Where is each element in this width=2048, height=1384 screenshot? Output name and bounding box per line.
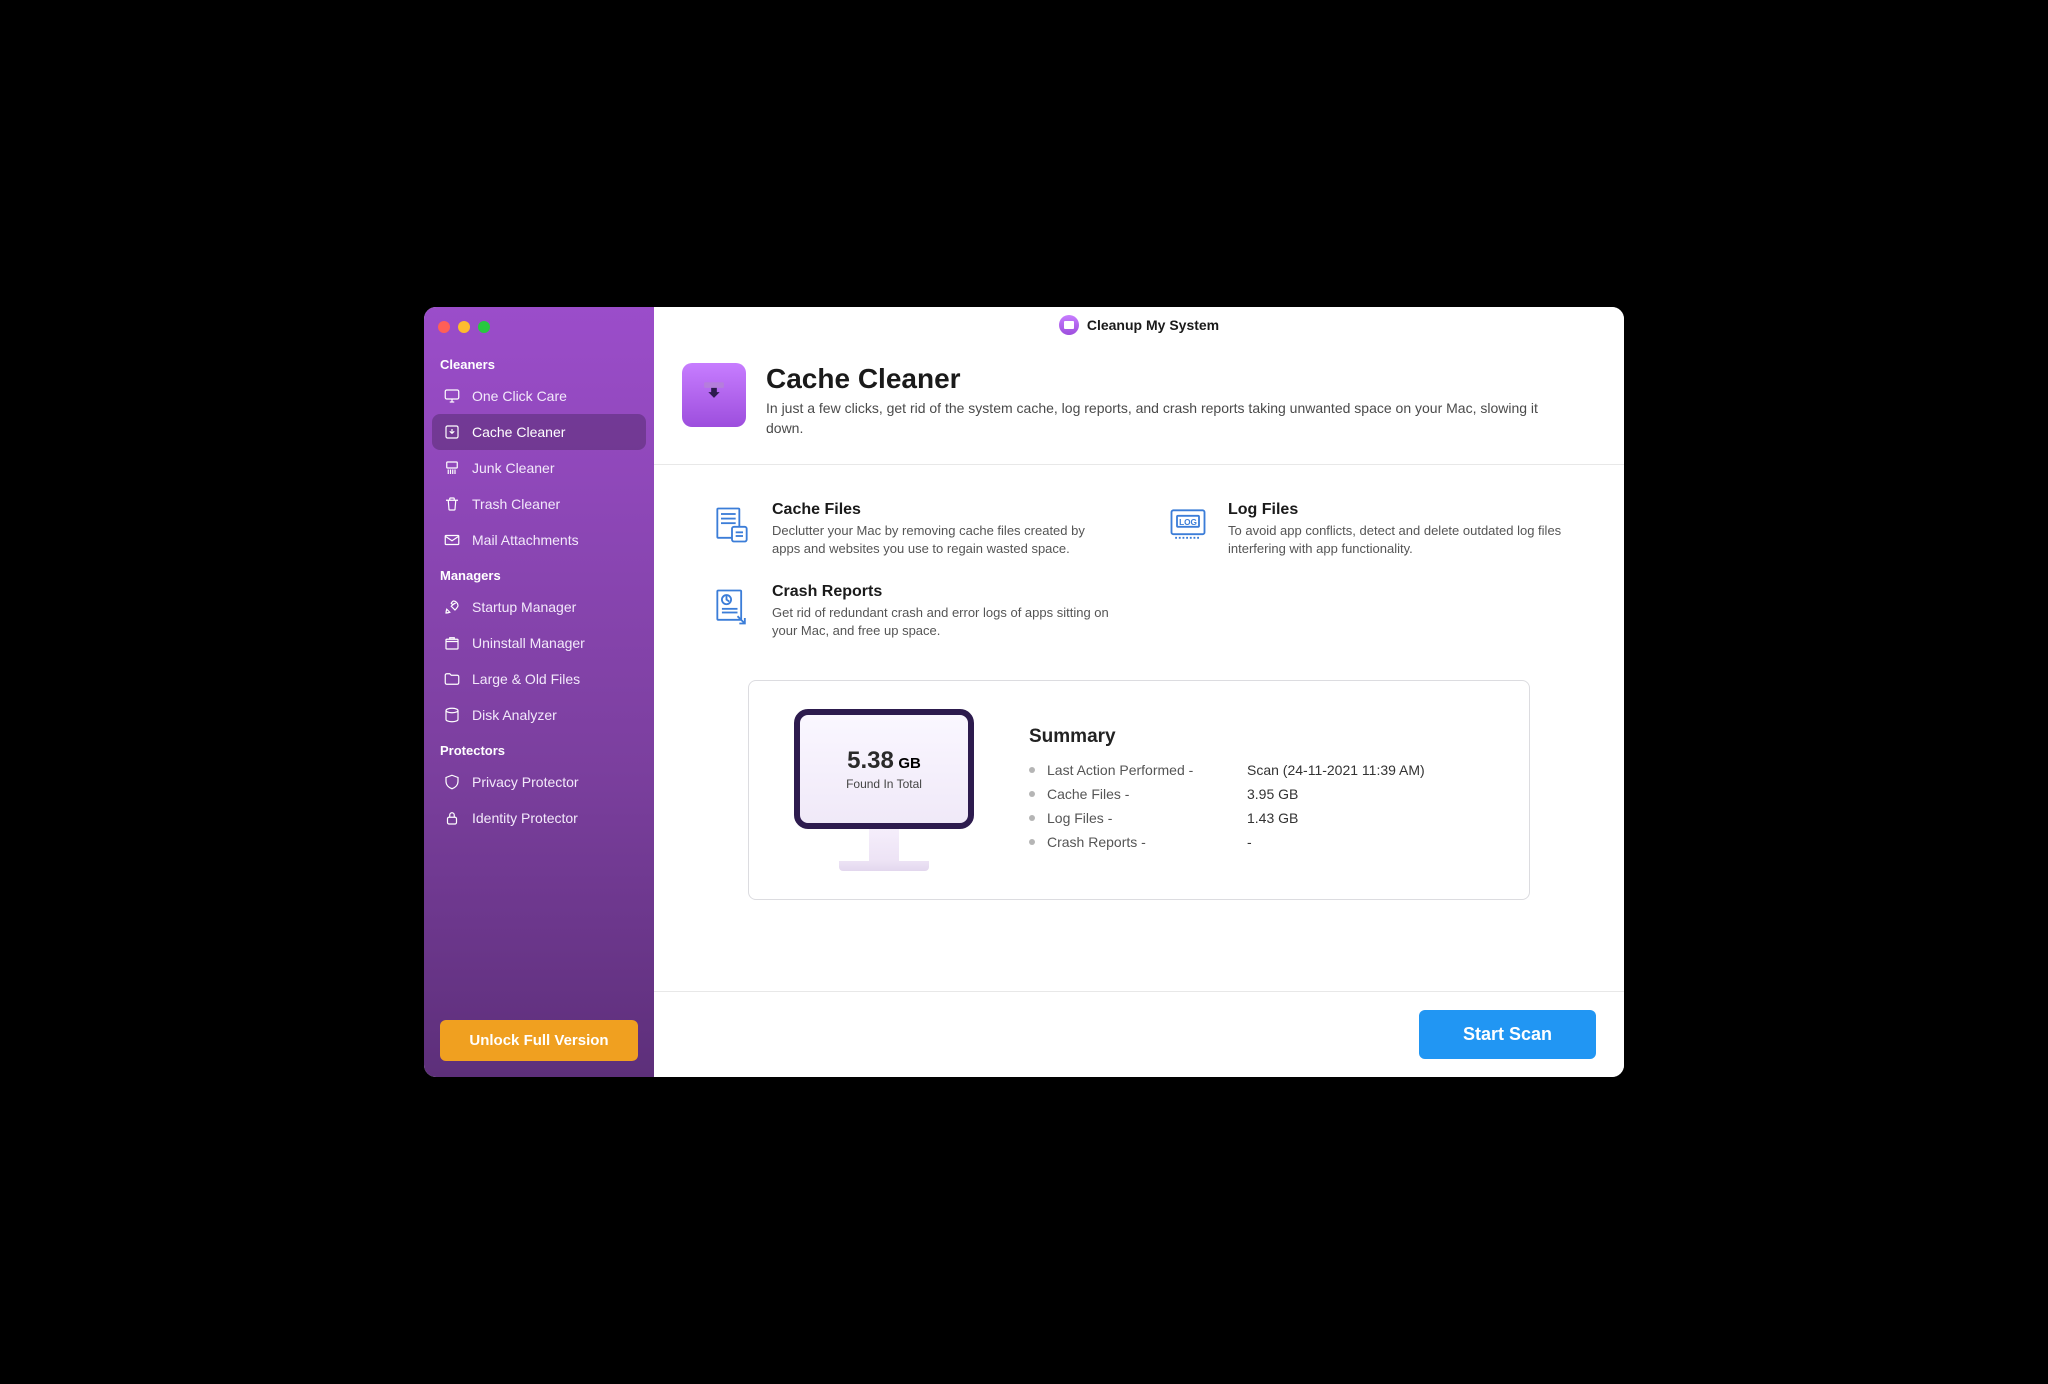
bullet-icon [1029,767,1035,773]
close-window-icon[interactable] [438,321,450,333]
maximize-window-icon[interactable] [478,321,490,333]
sidebar-list-protectors: Privacy Protector Identity Protector [424,764,654,836]
sidebar-list-managers: Startup Manager Uninstall Manager Large … [424,589,654,733]
card-log-files: LOG Log Files To avoid app conflicts, de… [1164,501,1570,558]
summary-row-cache-files: Cache Files - 3.95 GB [1029,782,1489,806]
card-description: Get rid of redundant crash and error log… [772,604,1114,640]
cache-cleaner-hero-icon [682,363,746,427]
bullet-icon [1029,815,1035,821]
titlebar: Cleanup My System [654,307,1624,343]
main-panel: Cleanup My System Cache Cleaner In just … [654,307,1624,1077]
sidebar-item-uninstall-manager[interactable]: Uninstall Manager [432,625,646,661]
disk-icon [442,705,462,725]
sidebar-item-label: Identity Protector [472,810,578,826]
summary-row-label: Cache Files - [1047,786,1247,802]
svg-text:LOG: LOG [1179,518,1197,527]
sidebar-section-cleaners: Cleaners [424,347,654,378]
sidebar-item-label: Cache Cleaner [472,424,565,440]
monitor-stand [869,829,899,861]
trash-icon [442,494,462,514]
summary-row-label: Last Action Performed - [1047,762,1247,778]
minimize-window-icon[interactable] [458,321,470,333]
bullet-icon [1029,791,1035,797]
page-title: Cache Cleaner [766,363,1570,395]
sidebar-item-label: Startup Manager [472,599,576,615]
unlock-full-version-button[interactable]: Unlock Full Version [440,1020,638,1061]
footer: Start Scan [654,991,1624,1077]
summary-box: 5.38 GB Found In Total Summary Last Acti… [748,680,1530,900]
crash-reports-icon [708,583,756,631]
summary-monitor-graphic: 5.38 GB Found In Total [789,709,979,871]
summary-row-label: Crash Reports - [1047,834,1247,850]
summary-total-unit: GB [898,755,921,772]
sidebar-item-junk-cleaner[interactable]: Junk Cleaner [432,450,646,486]
package-icon [442,633,462,653]
sidebar-item-mail-attachments[interactable]: Mail Attachments [432,522,646,558]
hero-header: Cache Cleaner In just a few clicks, get … [654,343,1624,465]
folder-icon [442,669,462,689]
card-crash-reports: Crash Reports Get rid of redundant crash… [708,583,1114,640]
summary-row-value: - [1247,834,1252,850]
sidebar-item-label: Mail Attachments [472,532,579,548]
summary-row-log-files: Log Files - 1.43 GB [1029,806,1489,830]
sidebar-item-identity-protector[interactable]: Identity Protector [432,800,646,836]
summary-row-value: 3.95 GB [1247,786,1298,802]
sidebar-item-label: Trash Cleaner [472,496,560,512]
sidebar-item-label: Large & Old Files [472,671,580,687]
card-title: Crash Reports [772,583,1114,601]
sidebar-list-cleaners: One Click Care Cache Cleaner Junk Cleane… [424,378,654,558]
card-cache-files: Cache Files Declutter your Mac by removi… [708,501,1114,558]
sidebar-item-disk-analyzer[interactable]: Disk Analyzer [432,697,646,733]
app-icon [1059,315,1079,335]
sidebar-item-label: Disk Analyzer [472,707,557,723]
summary-row-value: Scan (24-11-2021 11:39 AM) [1247,762,1425,778]
shield-icon [442,772,462,792]
sidebar-item-large-old-files[interactable]: Large & Old Files [432,661,646,697]
sidebar-section-managers: Managers [424,558,654,589]
card-title: Log Files [1228,501,1570,519]
feature-cards: Cache Files Declutter your Mac by removi… [708,501,1570,640]
sidebar-item-privacy-protector[interactable]: Privacy Protector [432,764,646,800]
card-title: Cache Files [772,501,1114,519]
summary-row-crash-reports: Crash Reports - - [1029,830,1489,854]
sidebar-item-cache-cleaner[interactable]: Cache Cleaner [432,414,646,450]
summary-row-value: 1.43 GB [1247,810,1298,826]
monitor-icon [442,386,462,406]
sidebar-item-label: Junk Cleaner [472,460,555,476]
summary-row-last-action: Last Action Performed - Scan (24-11-2021… [1029,758,1489,782]
card-description: To avoid app conflicts, detect and delet… [1228,522,1570,558]
rocket-icon [442,597,462,617]
sidebar-item-label: Uninstall Manager [472,635,585,651]
lock-icon [442,808,462,828]
app-title: Cleanup My System [1087,317,1219,333]
page-description: In just a few clicks, get rid of the sys… [766,399,1570,438]
sidebar: Cleaners One Click Care Cache Cleaner Ju… [424,307,654,1077]
sidebar-item-startup-manager[interactable]: Startup Manager [432,589,646,625]
summary-total-value: 5.38 [847,747,894,774]
sidebar-item-one-click-care[interactable]: One Click Care [432,378,646,414]
monitor-base [839,861,929,871]
bullet-icon [1029,839,1035,845]
download-box-icon [442,422,462,442]
app-window: Cleaners One Click Care Cache Cleaner Ju… [424,307,1624,1077]
summary-row-label: Log Files - [1047,810,1247,826]
monitor-screen: 5.38 GB Found In Total [794,709,974,829]
mail-icon [442,530,462,550]
cache-files-icon [708,501,756,549]
sidebar-section-protectors: Protectors [424,733,654,764]
start-scan-button[interactable]: Start Scan [1419,1010,1596,1059]
summary-total-sub: Found In Total [846,777,922,791]
summary-data: Summary Last Action Performed - Scan (24… [1029,726,1489,854]
sidebar-item-label: One Click Care [472,388,567,404]
sidebar-item-label: Privacy Protector [472,774,579,790]
summary-title: Summary [1029,726,1489,748]
window-controls [424,321,654,347]
sidebar-item-trash-cleaner[interactable]: Trash Cleaner [432,486,646,522]
card-description: Declutter your Mac by removing cache fil… [772,522,1114,558]
log-files-icon: LOG [1164,501,1212,549]
content-area: Cache Files Declutter your Mac by removi… [654,465,1624,991]
shredder-icon [442,458,462,478]
